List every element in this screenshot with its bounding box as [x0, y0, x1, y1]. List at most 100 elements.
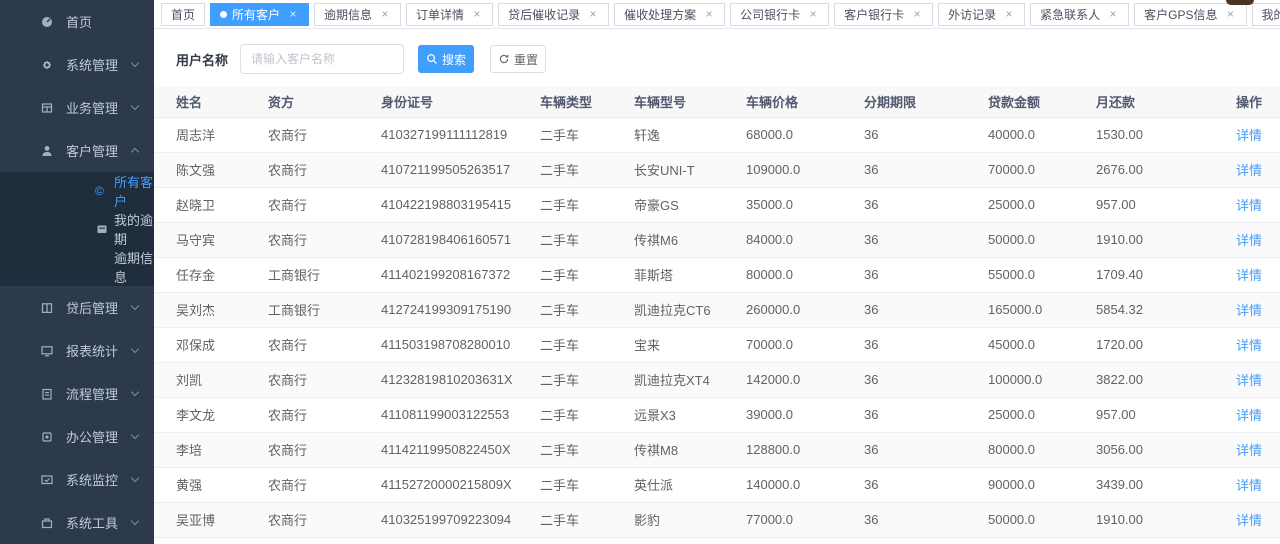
tab-0[interactable]: 首页: [161, 3, 205, 26]
close-icon[interactable]: ×: [587, 8, 599, 20]
detail-link[interactable]: 详情: [1236, 408, 1262, 423]
column-header-3: 车辆类型: [540, 87, 634, 117]
detail-link[interactable]: 详情: [1236, 233, 1262, 248]
detail-link[interactable]: 详情: [1236, 478, 1262, 493]
column-header-5: 车辆价格: [746, 87, 864, 117]
cell: [1096, 537, 1222, 544]
tab-2[interactable]: 逾期信息 ×: [314, 3, 401, 26]
cell: [864, 537, 988, 544]
sidebar-item-label: 流程管理: [66, 384, 118, 403]
cell: 1910.00: [1096, 502, 1222, 537]
cell: 农商行: [268, 222, 381, 257]
tab-9[interactable]: 紧急联系人 ×: [1030, 3, 1129, 26]
cell: 影豹: [634, 502, 746, 537]
cell: 吴亚博: [154, 502, 268, 537]
close-icon[interactable]: ×: [1225, 8, 1237, 20]
cell: 41142119950822450X: [381, 432, 540, 467]
office-icon: [40, 430, 56, 444]
detail-link[interactable]: 详情: [1236, 373, 1262, 388]
chevron-up-icon: [131, 148, 139, 156]
cell: 凯迪拉克CT6: [634, 292, 746, 327]
sidebar-item-2[interactable]: 业务管理: [0, 86, 154, 129]
customer-name-input[interactable]: [240, 44, 404, 74]
tab-bar: 首页所有客户×逾期信息×订单详情×贷后催收记录×催收处理方案×公司银行卡×客户银…: [154, 0, 1280, 29]
close-icon[interactable]: ×: [379, 8, 391, 20]
tab-1[interactable]: 所有客户×: [210, 3, 309, 26]
tab-label: 订单详情: [416, 6, 464, 23]
cell: 957.00: [1096, 397, 1222, 432]
close-icon[interactable]: ×: [1003, 8, 1015, 20]
close-icon[interactable]: ×: [471, 8, 483, 20]
close-icon[interactable]: ×: [1107, 8, 1119, 20]
detail-link[interactable]: 详情: [1236, 513, 1262, 528]
detail-link[interactable]: 详情: [1236, 198, 1262, 213]
close-icon[interactable]: ×: [703, 8, 715, 20]
tab-label: 紧急联系人: [1040, 6, 1100, 23]
tab-6[interactable]: 公司银行卡 ×: [730, 3, 829, 26]
actions-cell: 详情: [1222, 222, 1280, 257]
actions-cell: 详情: [1222, 327, 1280, 362]
reset-button[interactable]: 重置: [490, 45, 546, 73]
cell: 1709.40: [1096, 257, 1222, 292]
sidebar-item-7[interactable]: 办公管理: [0, 415, 154, 458]
cell: 410327199111112819: [381, 117, 540, 152]
search-button[interactable]: 搜索: [418, 45, 474, 73]
detail-link[interactable]: 详情: [1236, 128, 1262, 143]
sidebar-subitem-3-1[interactable]: 我的逾期: [0, 210, 154, 248]
close-icon[interactable]: ×: [287, 8, 299, 20]
detail-link[interactable]: 详情: [1236, 163, 1262, 178]
sidebar-item-4[interactable]: 贷后管理: [0, 286, 154, 329]
cell: 45000.0: [988, 327, 1096, 362]
tab-4[interactable]: 贷后催收记录×: [498, 3, 609, 26]
cell: 工商银行: [268, 292, 381, 327]
sidebar-item-9[interactable]: 系统工具: [0, 501, 154, 544]
tab-label: 公司银行卡: [740, 6, 800, 23]
tab-7[interactable]: 客户银行卡×: [834, 3, 933, 26]
cell: 411402199208167372: [381, 257, 540, 292]
cell: 36: [864, 222, 988, 257]
sidebar-subitem-label: 所有客户: [114, 172, 154, 210]
search-icon: [426, 53, 438, 65]
cell: 菲斯塔: [634, 257, 746, 292]
close-icon[interactable]: ×: [911, 8, 923, 20]
active-tab-dot-icon: [220, 11, 227, 18]
tab-8[interactable]: 外访记录 ×: [938, 3, 1025, 26]
cell: 36: [864, 257, 988, 292]
sidebar-item-8[interactable]: 系统监控: [0, 458, 154, 501]
detail-link[interactable]: 详情: [1236, 338, 1262, 353]
tab-label: 外访记录: [948, 6, 996, 23]
tab-label: 逾期信息: [324, 6, 372, 23]
sidebar-item-label: 客户管理: [66, 141, 118, 160]
cell: 农商行: [268, 152, 381, 187]
sidebar-item-5[interactable]: 报表统计: [0, 329, 154, 372]
cell: 凯迪拉克XT4: [634, 362, 746, 397]
detail-link[interactable]: 详情: [1236, 443, 1262, 458]
cell: 李培: [154, 432, 268, 467]
avatar[interactable]: [1226, 0, 1254, 5]
sidebar-subitem-3-0[interactable]: ©所有客户: [0, 172, 154, 210]
chevron-down-icon: [131, 345, 139, 353]
tab-10[interactable]: 客户GPS信息×: [1134, 3, 1246, 26]
detail-link[interactable]: 详情: [1236, 268, 1262, 283]
sidebar-subitem-3-2[interactable]: 逾期信息: [0, 248, 154, 286]
cell: 农商行: [268, 327, 381, 362]
cell: 36: [864, 397, 988, 432]
tab-11[interactable]: 我的待办×: [1252, 3, 1280, 26]
close-icon[interactable]: ×: [807, 8, 819, 20]
sidebar-item-3[interactable]: 客户管理: [0, 129, 154, 172]
actions-cell: 详情: [1222, 502, 1280, 537]
sidebar-item-1[interactable]: 系统管理: [0, 43, 154, 86]
detail-link[interactable]: 详情: [1236, 303, 1262, 318]
sidebar-item-6[interactable]: 流程管理: [0, 372, 154, 415]
cell: 412724199309175190: [381, 292, 540, 327]
cell: 36: [864, 117, 988, 152]
cell: 二手车: [540, 117, 634, 152]
cell: 36: [864, 292, 988, 327]
column-header-2: 身份证号: [381, 87, 540, 117]
sidebar-item-0[interactable]: 首页: [0, 0, 154, 43]
tab-3[interactable]: 订单详情 ×: [406, 3, 493, 26]
cell: 帝豪GS: [634, 187, 746, 222]
cell: 411081199003122553: [381, 397, 540, 432]
cell: 55000.0: [988, 257, 1096, 292]
tab-5[interactable]: 催收处理方案×: [614, 3, 725, 26]
